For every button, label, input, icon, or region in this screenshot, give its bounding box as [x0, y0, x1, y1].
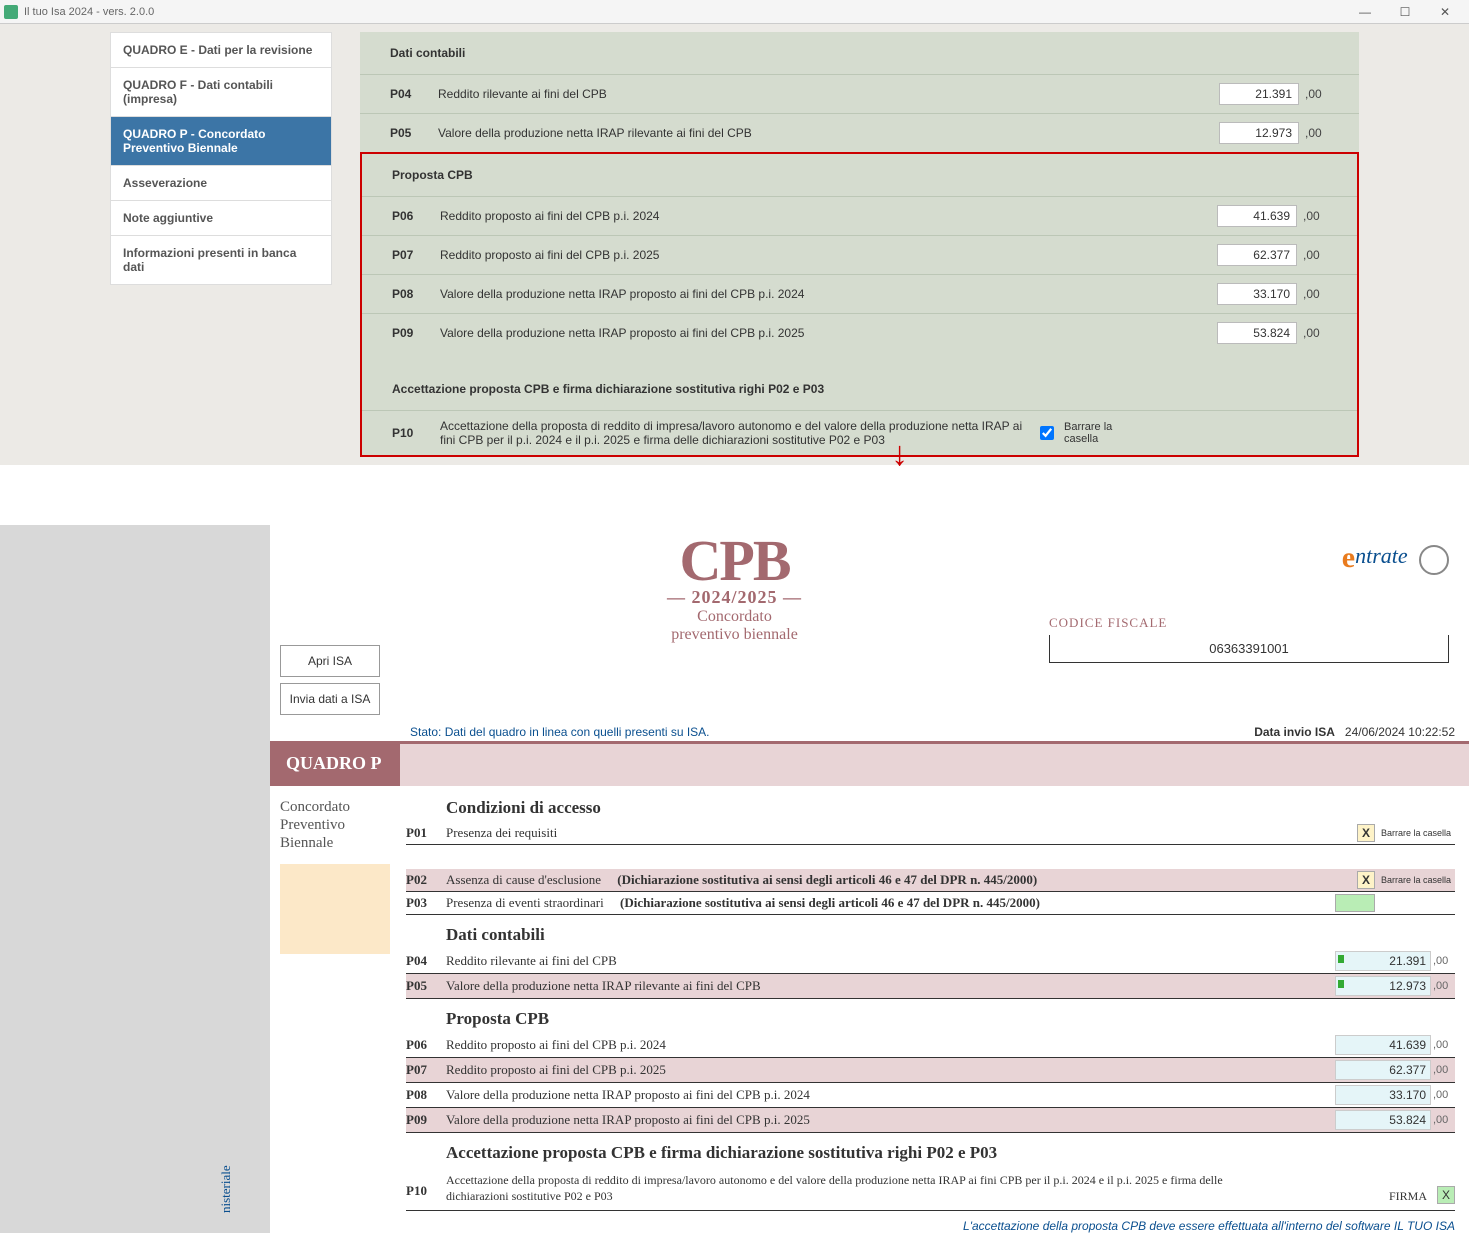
val-p07-doc[interactable]: 62.377	[1335, 1060, 1431, 1080]
sidebar-item-note[interactable]: Note aggiuntive	[110, 200, 332, 235]
sidebar: QUADRO E - Dati per la revisione QUADRO …	[0, 32, 340, 465]
sidebar-item-quadro-p[interactable]: QUADRO P - Concordato Preventivo Biennal…	[110, 116, 332, 165]
maximize-button[interactable]: ☐	[1385, 2, 1425, 22]
section-title: Accettazione proposta CPB e firma dichia…	[362, 352, 1357, 410]
agenzia-entrate-logo: entrate	[1049, 541, 1449, 575]
input-p03-doc[interactable]	[1335, 894, 1375, 912]
firma-label: FIRMA	[1389, 1189, 1427, 1204]
row-p09: P09 Valore della produzione netta IRAP p…	[362, 313, 1357, 352]
input-p08[interactable]: 33.170	[1217, 283, 1297, 305]
marker-icon	[1338, 980, 1344, 988]
close-button[interactable]: ✕	[1425, 2, 1465, 22]
row-p04: P04 Reddito rilevante ai fini del CPB 21…	[360, 74, 1359, 113]
doc-row-p10: P10 Accettazione della proposta di reddi…	[406, 1167, 1455, 1211]
row-p06: P06 Reddito proposto ai fini del CPB p.i…	[362, 196, 1357, 235]
val-p08-doc[interactable]: 33.170	[1335, 1085, 1431, 1105]
doc-row-p08: P08 Valore della produzione netta IRAP p…	[406, 1083, 1455, 1108]
section-title-proposta: Proposta CPB	[406, 1009, 1455, 1029]
input-p06[interactable]: 41.639	[1217, 205, 1297, 227]
sidebar-item-banca-dati[interactable]: Informazioni presenti in banca dati	[110, 235, 332, 285]
doc-row-p07: P07 Reddito proposto ai fini del CPB p.i…	[406, 1058, 1455, 1083]
doc-row-p06: P06 Reddito proposto ai fini del CPB p.i…	[406, 1033, 1455, 1058]
row-p08: P08 Valore della produzione netta IRAP p…	[362, 274, 1357, 313]
doc-row-p01: P01 Presenza dei requisiti X Barrare la …	[406, 822, 1455, 845]
quadro-p-badge: QUADRO P	[270, 741, 400, 786]
cpb-logo-block: CPB — 2024/2025 — Concordato preventivo …	[400, 535, 1049, 721]
window-titlebar: Il tuo Isa 2024 - vers. 2.0.0 — ☐ ✕	[0, 0, 1469, 24]
color-box	[280, 864, 390, 954]
row-p07: P07 Reddito proposto ai fini del CPB p.i…	[362, 235, 1357, 274]
arrow-down-icon: ↓	[891, 435, 908, 474]
app-icon	[4, 5, 18, 19]
arrow-indicator: ↓	[0, 465, 1469, 525]
vertical-label: nisteriale	[218, 1166, 234, 1214]
checkbox-p10[interactable]	[1040, 426, 1054, 440]
sidebar-item-quadro-e[interactable]: QUADRO E - Dati per la revisione	[110, 32, 332, 67]
invia-dati-button[interactable]: Invia dati a ISA	[280, 683, 380, 715]
minimize-button[interactable]: —	[1345, 2, 1385, 22]
input-p04[interactable]: 21.391	[1219, 83, 1299, 105]
doc-subtitle: Concordato Preventivo Biennale	[280, 798, 390, 852]
section-title: Dati contabili	[360, 32, 1359, 74]
data-invio-label: Data invio ISA	[1254, 725, 1345, 739]
doc-row-p09: P09 Valore della produzione netta IRAP p…	[406, 1108, 1455, 1133]
footer-note: L'accettazione della proposta CPB deve e…	[270, 1215, 1469, 1233]
status-text: Stato: Dati del quadro in linea con quel…	[410, 725, 1254, 739]
checkbox-p01-doc[interactable]: X	[1357, 824, 1375, 842]
cf-label: CODICE FISCALE	[1049, 615, 1449, 631]
section-title-condizioni: Condizioni di accesso	[406, 798, 1455, 818]
input-p07[interactable]: 62.377	[1217, 244, 1297, 266]
doc-row-p04: P04 Reddito rilevante ai fini del CPB 21…	[406, 949, 1455, 974]
val-p04-doc[interactable]: 21.391	[1335, 951, 1431, 971]
doc-row-p03: P03 Presenza di eventi straordinari (Dic…	[406, 892, 1455, 915]
dati-contabili-box: Dati contabili P04 Reddito rilevante ai …	[360, 32, 1359, 152]
row-p05: P05 Valore della produzione netta IRAP r…	[360, 113, 1359, 152]
apri-isa-button[interactable]: Apri ISA	[280, 645, 380, 677]
input-p09[interactable]: 53.824	[1217, 322, 1297, 344]
doc-row-p05: P05 Valore della produzione netta IRAP r…	[406, 974, 1455, 999]
section-title-accettazione: Accettazione proposta CPB e firma dichia…	[406, 1143, 1455, 1163]
checkbox-p02-doc[interactable]: X	[1357, 871, 1375, 889]
proposta-cpb-box: Proposta CPB P06 Reddito proposto ai fin…	[360, 152, 1359, 457]
sidebar-item-quadro-f[interactable]: QUADRO F - Dati contabili (impresa)	[110, 67, 332, 116]
emblem-icon	[1419, 545, 1449, 575]
val-p06-doc[interactable]: 41.639	[1335, 1035, 1431, 1055]
val-p05-doc[interactable]: 12.973	[1335, 976, 1431, 996]
sidebar-item-asseverazione[interactable]: Asseverazione	[110, 165, 332, 200]
input-p05[interactable]: 12.973	[1219, 122, 1299, 144]
val-p09-doc[interactable]: 53.824	[1335, 1110, 1431, 1130]
section-title-dati: Dati contabili	[406, 925, 1455, 945]
data-invio-value: 24/06/2024 10:22:52	[1345, 725, 1455, 739]
marker-icon	[1338, 955, 1344, 963]
left-margin	[0, 525, 270, 1233]
doc-row-p02: P02 Assenza di cause d'esclusione (Dichi…	[406, 869, 1455, 892]
document-area: nisteriale Apri ISA Invia dati a ISA CPB…	[270, 525, 1469, 1233]
window-title: Il tuo Isa 2024 - vers. 2.0.0	[24, 6, 154, 18]
firma-checkbox[interactable]: X	[1437, 1186, 1455, 1204]
row-p10: P10 Accettazione della proposta di reddi…	[362, 410, 1357, 455]
section-title: Proposta CPB	[362, 154, 1357, 196]
cf-value: 06363391001	[1049, 635, 1449, 663]
